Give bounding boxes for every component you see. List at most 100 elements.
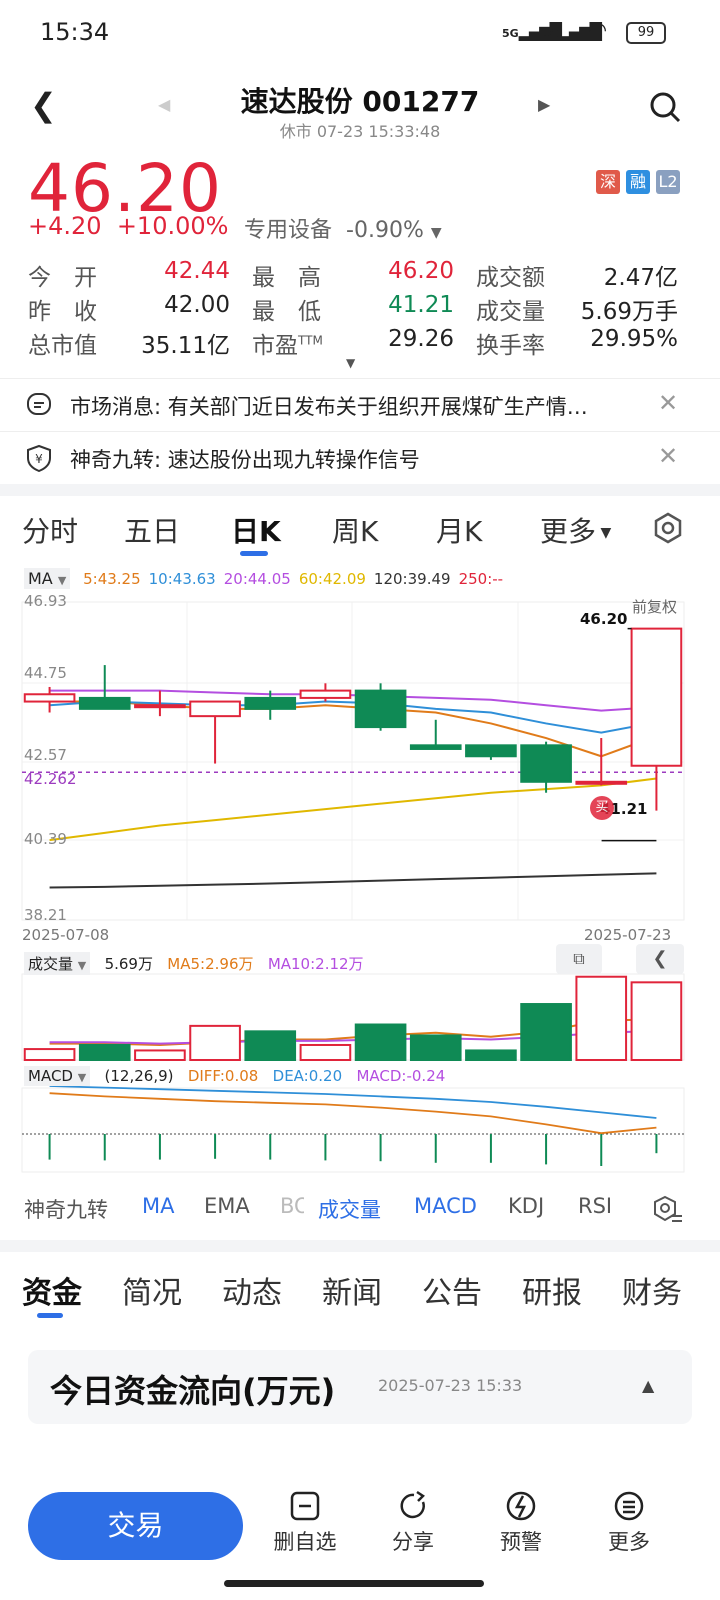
tab-weekly-k[interactable]: 周K (332, 510, 378, 550)
remove-watchlist-button[interactable]: 删自选 (260, 1490, 350, 1556)
volume-bar (354, 1023, 407, 1061)
tab-five-day[interactable]: 五日 (124, 510, 180, 550)
volume-legend[interactable]: 成交量 ▼ 5.69万 MA5:2.96万 MA10:2.12万 (24, 952, 364, 975)
grid-frame (21, 601, 685, 921)
candle-body (244, 696, 297, 710)
candle-body (409, 744, 462, 750)
badge-shen: 深 (596, 170, 620, 194)
volume-bar (299, 1043, 352, 1062)
quote-row: 昨 收 42.00 最 低 41.21 成交量 5.69万手 (28, 292, 692, 326)
collapse-up-icon[interactable]: ▲ (642, 1376, 654, 1395)
market-news-text: 市场消息: 有关部门近日发布关于组织开展煤矿生产情… (70, 395, 588, 419)
kline-chart[interactable] (0, 588, 720, 1178)
quote-grid: 今 开 42.44 最 高 46.20 成交额 2.47亿 昨 收 42.00 … (28, 258, 692, 360)
ma-legend-item: 10:43.63 (148, 570, 216, 588)
close-icon[interactable]: ✕ (658, 389, 678, 417)
section-divider (0, 484, 720, 496)
message-icon (27, 393, 51, 415)
candle-body (354, 689, 407, 729)
svg-text:¥: ¥ (35, 452, 43, 466)
search-icon[interactable] (648, 90, 682, 124)
status-time: 15:34 (40, 18, 110, 46)
tab-intraday[interactable]: 分时 (22, 510, 78, 550)
tab-funds[interactable]: 资金 (22, 1268, 82, 1312)
indicator-macd[interactable]: MACD (414, 1194, 477, 1218)
buy-marker-icon[interactable]: 买 (590, 796, 614, 820)
status-bar: 15:34 5G▂▄▆█ 5G▂▄▆█ ◠ 99 (0, 0, 720, 62)
next-stock-icon[interactable]: ▶ (538, 95, 550, 114)
ma-line-ma60 (49, 777, 657, 842)
indicator-ma[interactable]: MA (142, 1194, 174, 1218)
indicator-rsi[interactable]: RSI (578, 1194, 612, 1218)
indicator-ema[interactable]: EMA (204, 1194, 250, 1218)
macd-legend[interactable]: MACD ▼ (12,26,9) DIFF:0.08 DEA:0.20 MACD… (24, 1066, 445, 1086)
prev-close-label: 昨 收 (28, 299, 97, 325)
candle-body (189, 700, 241, 718)
fund-flow-time: 2025-07-23 15:33 (378, 1376, 523, 1395)
turnover-label: 换手率 (476, 333, 545, 359)
collapse-left-icon[interactable]: ❮ (636, 944, 684, 974)
turnover-value: 29.95% (590, 326, 678, 352)
chart-settings-icon[interactable] (652, 512, 684, 544)
tab-indicator (37, 1313, 63, 1318)
tab-more[interactable]: 更多 ▼ (540, 510, 611, 550)
open-value: 42.44 (164, 258, 230, 284)
volume-bar (23, 1048, 76, 1062)
volume-label: 成交量 (476, 299, 545, 325)
share-label: 分享 (392, 1530, 434, 1554)
nine-turn-row[interactable]: ¥ 神奇九转: 速达股份出现九转操作信号 ✕ (0, 431, 720, 484)
section-divider (0, 1240, 720, 1252)
tab-daily-k[interactable]: 日K (231, 510, 281, 550)
tab-financials[interactable]: 财务 (622, 1268, 682, 1312)
tab-overview[interactable]: 简况 (122, 1268, 182, 1312)
fund-flow-card[interactable]: 今日资金流向(万元) 2025-07-23 15:33 ▲ (28, 1350, 692, 1424)
tab-monthly-k[interactable]: 月K (436, 510, 482, 550)
pe-label: 市盈TTM (252, 333, 323, 359)
more-icon (614, 1491, 644, 1521)
wifi-icon: ◠ (588, 18, 608, 43)
close-icon[interactable]: ✕ (658, 442, 678, 470)
share-button[interactable]: 分享 (368, 1490, 458, 1556)
volume-ma10: MA10:2.12万 (267, 955, 364, 973)
expand-chevron-icon[interactable]: ▼ (346, 356, 355, 370)
home-indicator (224, 1580, 484, 1587)
tab-research[interactable]: 研报 (522, 1268, 582, 1312)
ma-legend[interactable]: MA ▼ 5:43.25 10:43.63 20:44.05 60:42.09 120:… (24, 568, 503, 589)
low-value: 41.21 (388, 292, 454, 318)
ma-selector[interactable]: MA ▼ (24, 568, 71, 589)
alert-button[interactable]: 预警 (476, 1490, 566, 1556)
more-button[interactable]: 更多 (584, 1490, 674, 1556)
indicator-settings-icon[interactable] (652, 1194, 684, 1224)
macd-selector[interactable]: MACD ▼ (24, 1066, 91, 1086)
indicator-jiuzhuan[interactable]: 神奇九转 (24, 1194, 108, 1224)
volume-bar (409, 1034, 462, 1061)
more-label: 更多 (608, 1530, 650, 1554)
indicator-volume[interactable]: 成交量 (318, 1194, 381, 1224)
quote-row: 总市值 35.11亿 市盈TTM 29.26 换手率 29.95% (28, 326, 692, 360)
reference-line-label: 42.262 (24, 770, 77, 788)
badge-l2: L2 (656, 170, 680, 194)
shield-icon: ¥ (27, 444, 51, 472)
date-end: 2025-07-23 (584, 926, 672, 944)
sector-info[interactable]: 专用设备 -0.90% ▼ (244, 212, 442, 244)
candle-body (299, 689, 352, 699)
ma-legend-item: 250:-- (458, 570, 504, 588)
tab-announcements[interactable]: 公告 (422, 1268, 482, 1312)
page-title: 速达股份 001277 (240, 85, 480, 118)
rotate-icon[interactable]: ⧉ (556, 944, 602, 974)
trade-button[interactable]: 交易 (28, 1492, 243, 1560)
tab-dynamics[interactable]: 动态 (222, 1268, 282, 1312)
volume-selector[interactable]: 成交量 ▼ (24, 952, 91, 975)
indicator-boll[interactable]: BOLL (280, 1194, 304, 1218)
minus-square-icon (290, 1491, 320, 1521)
low-label: 最 低 (252, 299, 321, 325)
y-axis-label: 44.75 (24, 664, 67, 682)
indicator-kdj[interactable]: KDJ (508, 1194, 544, 1218)
y-axis-bottom: 38.21 (24, 906, 67, 924)
tab-news[interactable]: 新闻 (322, 1268, 382, 1312)
volume-bar (520, 1003, 572, 1061)
alert-icon (506, 1491, 536, 1521)
adjustment-label: 前复权 (632, 598, 678, 616)
market-news-row[interactable]: 市场消息: 有关部门近日发布关于组织开展煤矿生产情… ✕ (0, 378, 720, 431)
fund-flow-title: 今日资金流向(万元) (50, 1372, 336, 1410)
